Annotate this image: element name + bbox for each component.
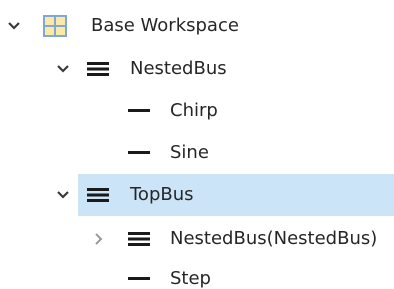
tree-label: Sine xyxy=(170,142,209,163)
selection-highlight xyxy=(78,174,394,216)
chevron-down-icon[interactable] xyxy=(55,61,71,77)
tree-row-topbus[interactable]: TopBus xyxy=(0,174,394,216)
tree-row-nestedbus[interactable]: NestedBus xyxy=(0,48,394,90)
tree-row-base-workspace[interactable]: Base Workspace xyxy=(0,5,394,47)
tree-label: Step xyxy=(170,268,211,289)
tree-row-chirp[interactable]: Chirp xyxy=(0,90,394,132)
tree-label: TopBus xyxy=(130,184,194,205)
tree-label: Base Workspace xyxy=(91,15,239,36)
tree-label: Chirp xyxy=(170,100,218,121)
bus-icon xyxy=(87,62,109,76)
tree-label: NestedBus xyxy=(130,58,227,79)
signal-line-icon xyxy=(128,277,150,280)
chevron-down-icon[interactable] xyxy=(55,187,71,203)
tree-label: NestedBus(NestedBus) xyxy=(170,228,378,249)
tree-row-nestedbus-nestedbus[interactable]: NestedBus(NestedBus) xyxy=(0,218,394,260)
bus-icon xyxy=(87,188,109,202)
workspace-grid-icon xyxy=(43,15,67,37)
tree-row-step[interactable]: Step xyxy=(0,258,394,289)
bus-icon xyxy=(128,232,150,246)
tree-row-sine[interactable]: Sine xyxy=(0,132,394,174)
chevron-down-icon[interactable] xyxy=(6,18,22,34)
signal-line-icon xyxy=(128,151,150,154)
workspace-tree: Base Workspace NestedBus Chirp Sine TopB… xyxy=(0,0,394,289)
chevron-right-icon[interactable] xyxy=(91,231,107,247)
signal-line-icon xyxy=(128,109,150,112)
